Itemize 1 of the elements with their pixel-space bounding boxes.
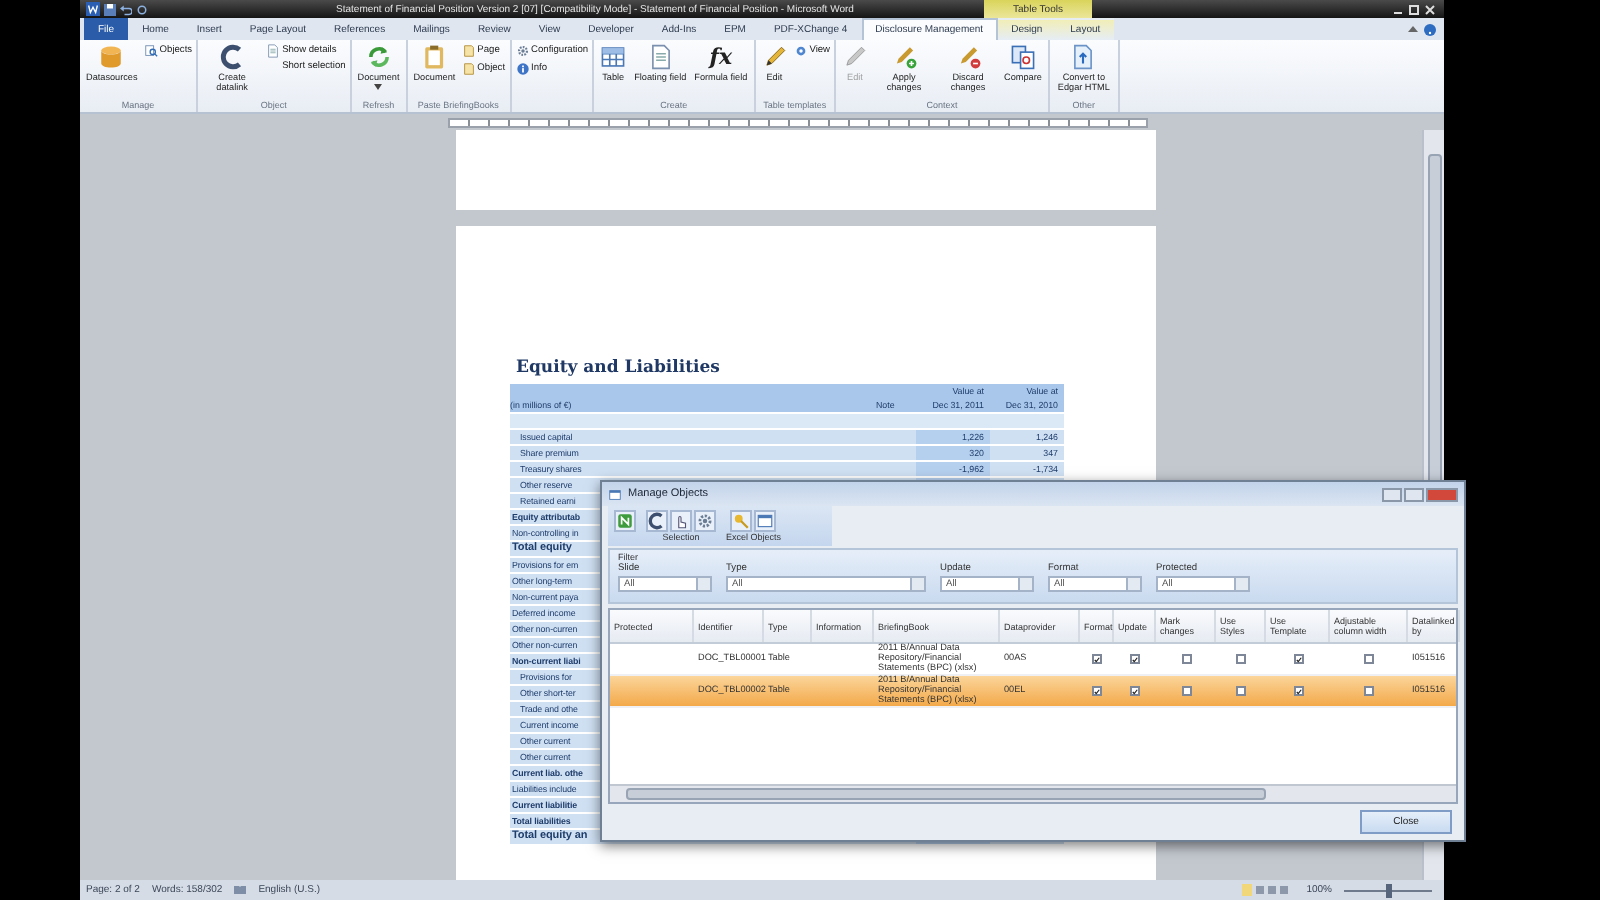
heading: Equity and Liabilities (514, 358, 722, 378)
